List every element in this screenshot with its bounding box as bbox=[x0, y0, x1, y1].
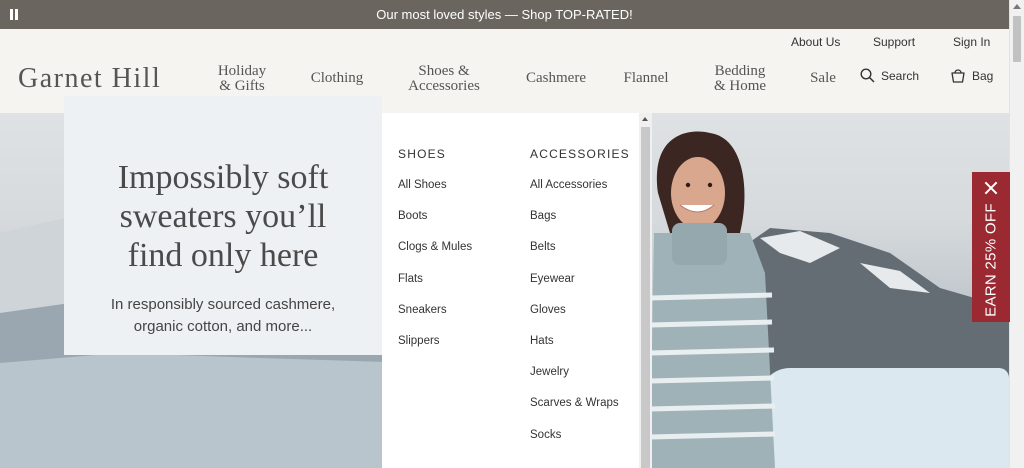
scrollbar-thumb[interactable] bbox=[1013, 16, 1021, 62]
menu-item-all-shoes[interactable]: All Shoes bbox=[398, 178, 472, 209]
menu-item-flats[interactable]: Flats bbox=[398, 272, 472, 303]
menu-item-sneakers[interactable]: Sneakers bbox=[398, 303, 472, 334]
close-icon[interactable] bbox=[984, 181, 998, 195]
menu-item-belts[interactable]: Belts bbox=[530, 240, 630, 271]
menu-item-clogs-mules[interactable]: Clogs & Mules bbox=[398, 240, 472, 271]
menu-item-bags[interactable]: Bags bbox=[530, 209, 630, 240]
menu-item-boots[interactable]: Boots bbox=[398, 209, 472, 240]
menu-item-socks[interactable]: Socks bbox=[530, 428, 630, 459]
menu-item-eyewear[interactable]: Eyewear bbox=[530, 272, 630, 303]
nav-sale[interactable]: Sale bbox=[807, 71, 839, 86]
sign-in-link[interactable]: Sign In bbox=[953, 35, 990, 49]
menu-item-hats[interactable]: Hats bbox=[530, 334, 630, 365]
site-logo[interactable]: Garnet Hill bbox=[18, 63, 161, 95]
hero-card[interactable]: Impossibly soft sweaters you’ll find onl… bbox=[64, 96, 382, 355]
dropdown-scroll-up-icon[interactable] bbox=[642, 117, 648, 121]
hero-title: Impossibly soft sweaters you’ll find onl… bbox=[64, 158, 382, 275]
menu-item-jewelry[interactable]: Jewelry bbox=[530, 365, 630, 396]
bag-label: Bag bbox=[972, 68, 994, 83]
page-scrollbar[interactable] bbox=[1009, 0, 1024, 468]
menu-item-gloves[interactable]: Gloves bbox=[530, 303, 630, 334]
support-link[interactable]: Support bbox=[873, 35, 915, 49]
shoes-accessories-dropdown: SHOES All Shoes Boots Clogs & Mules Flat… bbox=[382, 113, 652, 468]
hero-title-line2: sweaters you’ll bbox=[119, 198, 327, 235]
nav-shoes-line2: Accessories bbox=[408, 78, 480, 94]
menu-item-slippers[interactable]: Slippers bbox=[398, 334, 472, 365]
nav-bedding-line1: Bedding bbox=[714, 63, 766, 79]
menu-item-scarves-wraps[interactable]: Scarves & Wraps bbox=[530, 396, 630, 427]
nav-flannel[interactable]: Flannel bbox=[620, 71, 672, 86]
nav-bedding-line2: & Home bbox=[713, 78, 767, 94]
nav-holiday-line1: Holiday bbox=[217, 63, 267, 79]
shoes-heading[interactable]: SHOES bbox=[398, 147, 472, 161]
hero-title-line1: Impossibly soft bbox=[117, 159, 329, 196]
search-button[interactable]: Search bbox=[860, 68, 919, 83]
promo-text[interactable]: Our most loved styles — Shop TOP-RATED! bbox=[376, 7, 632, 22]
nav-clothing[interactable]: Clothing bbox=[306, 71, 368, 86]
nav-shoes-accessories[interactable]: Shoes & Accessories bbox=[402, 64, 486, 94]
nav-cashmere[interactable]: Cashmere bbox=[522, 71, 590, 86]
model-photo bbox=[650, 131, 776, 468]
accessories-column: ACCESSORIES All Accessories Bags Belts E… bbox=[530, 147, 630, 459]
hero-title-line3: find only here bbox=[127, 237, 319, 274]
nav-holiday-line2: & Gifts bbox=[219, 78, 265, 94]
about-us-link[interactable]: About Us bbox=[791, 35, 840, 49]
nav-holiday-gifts[interactable]: Holiday & Gifts bbox=[212, 64, 272, 94]
search-icon bbox=[860, 68, 875, 83]
accessories-heading[interactable]: ACCESSORIES bbox=[530, 147, 630, 161]
hero-subtitle-line1: In responsibly sourced cashmere, bbox=[110, 296, 336, 313]
promo-bar[interactable]: Our most loved styles — Shop TOP-RATED! bbox=[0, 0, 1009, 29]
nav-shoes-line1: Shoes & bbox=[418, 63, 470, 79]
hero-subtitle-line2: organic cotton, and more... bbox=[133, 318, 313, 335]
earn-discount-tab[interactable]: EARN 25% OFF bbox=[972, 172, 1010, 322]
dropdown-scrollbar-thumb[interactable] bbox=[641, 127, 650, 468]
shoes-column: SHOES All Shoes Boots Clogs & Mules Flat… bbox=[398, 147, 472, 365]
hero-subtitle: In responsibly sourced cashmere, organic… bbox=[64, 294, 382, 338]
search-label: Search bbox=[881, 68, 920, 83]
scroll-up-arrow-icon[interactable] bbox=[1013, 4, 1021, 9]
bag-icon bbox=[951, 69, 965, 83]
bag-button[interactable]: Bag bbox=[950, 68, 993, 83]
nav-bedding-home[interactable]: Bedding & Home bbox=[708, 64, 772, 94]
pause-icon[interactable] bbox=[10, 9, 18, 20]
menu-item-all-accessories[interactable]: All Accessories bbox=[530, 178, 630, 209]
dropdown-scrollbar[interactable] bbox=[639, 113, 652, 468]
earn-discount-label[interactable]: EARN 25% OFF bbox=[983, 203, 1000, 317]
